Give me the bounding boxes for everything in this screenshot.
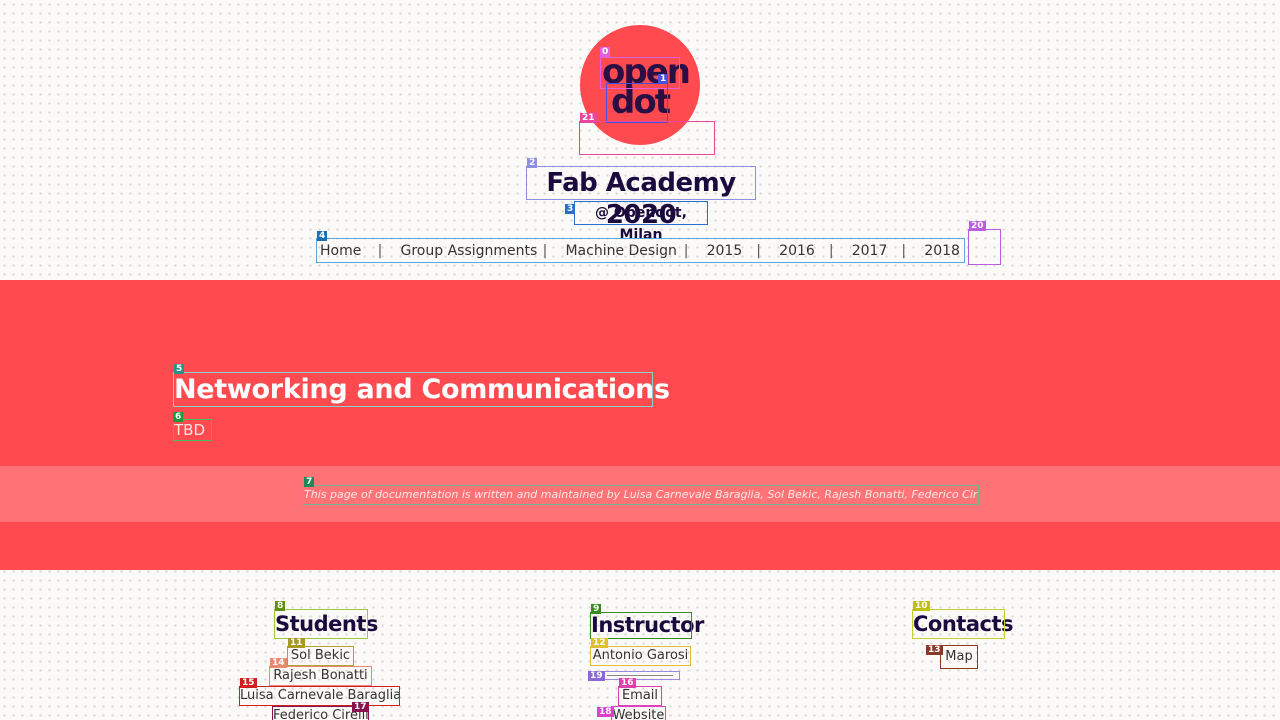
divider-line (607, 675, 673, 676)
nav-separator: | (542, 242, 548, 259)
annotation-tag: 3 (565, 204, 576, 214)
instructor-heading: Instructor (590, 612, 704, 639)
student-link-rajesh-bonatti[interactable]: Rajesh Bonatti (269, 666, 372, 686)
annotation-tag: 21 (580, 113, 597, 123)
nav-separator: | (377, 242, 383, 259)
nav-item-2017[interactable]: 2017 (849, 243, 902, 259)
annotation-tag: 9 (591, 604, 602, 614)
annotation-box (579, 121, 715, 155)
annotation-tag: 18 (597, 707, 614, 717)
annotation-tag: 2 (527, 158, 538, 168)
nav-item-2015[interactable]: 2015 (704, 243, 757, 259)
annotation-tag: 15 (240, 678, 257, 688)
annotation-tag: 19 (588, 671, 605, 681)
annotation-tag: 7 (304, 477, 315, 487)
nav-separator: | (756, 242, 761, 259)
annotation-tag: 16 (619, 678, 636, 688)
students-heading: Students (274, 609, 378, 639)
annotation-tag: 20 (969, 221, 986, 231)
contacts-heading: Contacts (912, 609, 1014, 639)
annotation-tag: 0 (600, 47, 611, 57)
authorship-note: This page of documentation is written an… (303, 485, 979, 505)
annotation-tag: 10 (913, 601, 930, 611)
nav-separator: | (828, 242, 834, 259)
annotation-tag: 1 (658, 74, 669, 84)
nav-item-home[interactable]: Home (317, 243, 378, 259)
site-subtitle: @ Opendot, Milan (574, 201, 708, 243)
nav-item-2016[interactable]: 2016 (776, 243, 829, 259)
nav-toggle-button[interactable] (968, 229, 1001, 265)
annotation-tag: 11 (288, 638, 305, 648)
contacts-map-link[interactable]: Map (940, 645, 978, 669)
nav-item-group-assignments[interactable]: Group Assignments (398, 243, 543, 259)
main-nav: Home | Group Assignments | Machine Desig… (316, 238, 965, 263)
nav-separator: | (901, 242, 907, 259)
annotation-tag: 17 (352, 702, 369, 712)
annotation-box (606, 83, 668, 123)
nav-separator: | (683, 242, 689, 259)
annotation-tag: 5 (174, 364, 185, 374)
instructor-divider (602, 671, 680, 680)
annotation-tag: 12 (591, 638, 608, 648)
annotation-tag: 14 (270, 658, 287, 668)
instructor-website-link[interactable]: Website (611, 706, 666, 720)
nav-item-2018[interactable]: 2018 (921, 243, 964, 259)
annotation-tag: 13 (926, 645, 943, 655)
site-title[interactable]: Fab Academy 2020 (526, 166, 756, 230)
annotation-tag: 8 (275, 601, 286, 611)
student-link-luisa-carnevale-baraglia[interactable]: Luisa Carnevale Baraglia (239, 686, 401, 706)
annotation-tag: 6 (173, 412, 184, 422)
nav-item-machine-design[interactable]: Machine Design (562, 243, 683, 259)
student-link-sol-bekic[interactable]: Sol Bekic (287, 646, 354, 666)
annotation-tag: 4 (317, 231, 328, 241)
page-subtitle: TBD (173, 419, 212, 441)
instructor-name: Antonio Garosi (590, 646, 691, 666)
instructor-email-link[interactable]: Email (618, 686, 662, 706)
page-title: Networking and Communications (173, 372, 670, 407)
